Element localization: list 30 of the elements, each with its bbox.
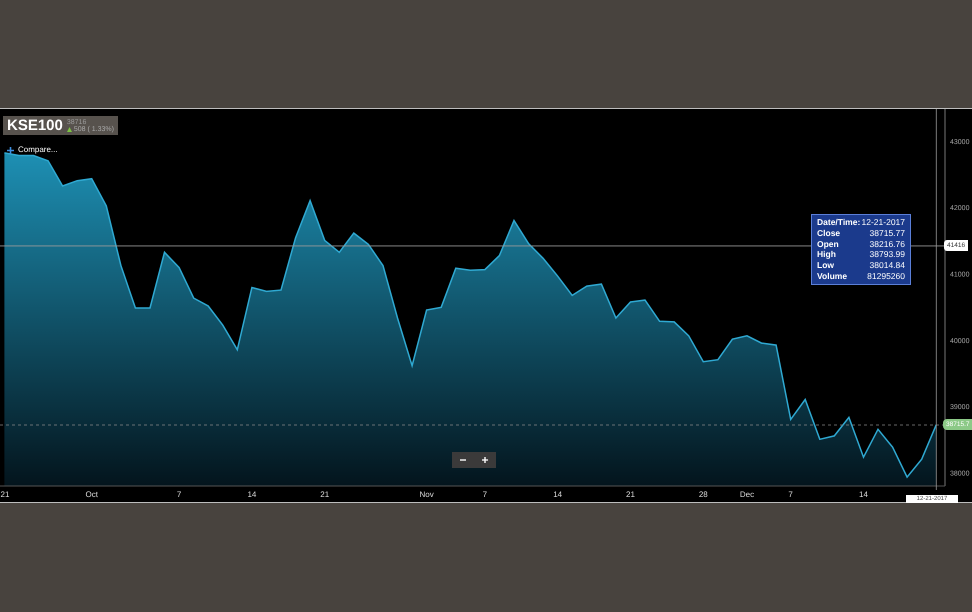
tooltip-value: 38793.99 [870,249,905,260]
axis-label: 21 [0,490,10,499]
axis-label: 21 [626,490,635,499]
zoom-button[interactable]: − [452,452,474,468]
axis-label: 14 [247,490,256,499]
tooltip-label: High [817,249,836,260]
tooltip-value: 38216.76 [870,238,905,250]
compare-link[interactable]: Compare... [18,144,58,156]
axis-label: 7 [788,490,793,499]
tooltip-value: 38715.77 [870,228,905,239]
tooltip-label: Open [817,238,839,250]
axis-label: 14 [553,490,562,499]
plus-icon [7,146,14,154]
tooltip-value: 81295260 [867,270,905,282]
tooltip-label: Low [817,260,834,271]
axis-label: Nov [420,490,434,499]
tooltip-value: 38014.84 [870,260,905,271]
axis-label: Dec [740,490,754,499]
axis-label: 21 [320,490,330,499]
tooltip-label: Date/Time: [817,217,860,228]
axis-label: 7 [176,490,182,499]
zoom-button[interactable]: + [474,452,496,468]
axis-label: 28 [698,490,708,499]
axis-label: 14 [859,490,868,499]
tooltip-label: Close [817,228,840,239]
axis-label: Oct [86,490,98,499]
tooltip-value: 12-21-2017 [862,217,905,228]
tooltip-label: Volume [817,270,848,282]
symbol-title: KSE100 [7,118,63,133]
axis-label: 7 [482,490,488,499]
